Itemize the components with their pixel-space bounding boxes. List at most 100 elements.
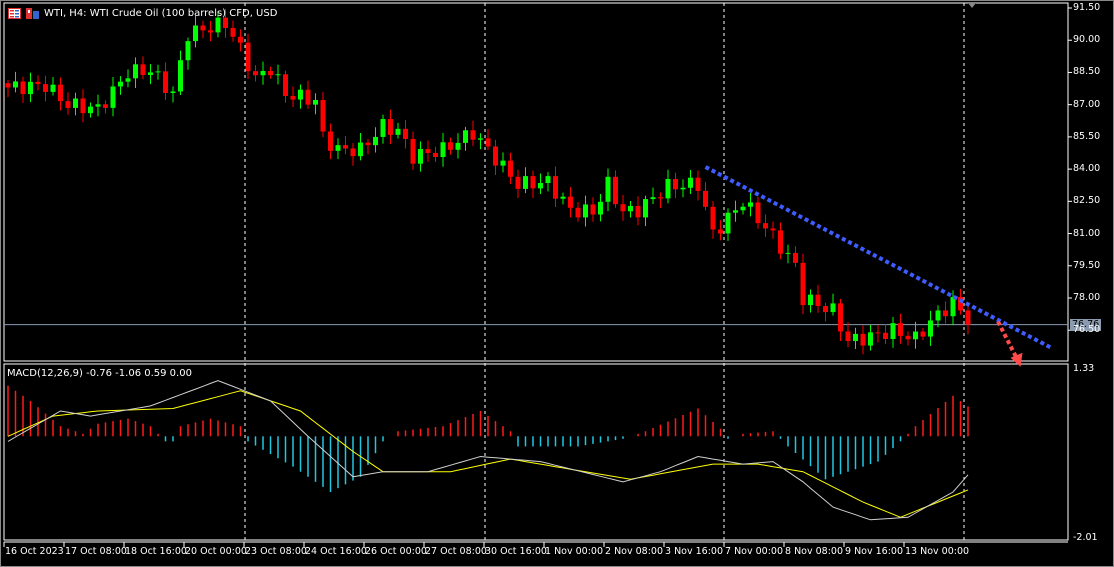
candle-bearish — [290, 95, 296, 100]
time-axis-label: 2 Nov 08:00 — [605, 546, 664, 557]
candle-bullish — [440, 142, 446, 158]
candle-bearish — [388, 119, 393, 135]
candle-bullish — [583, 204, 588, 218]
price-axis-label: 82.50 — [1073, 195, 1101, 207]
price-axis-label: 84.00 — [1073, 163, 1101, 175]
shift-end-marker-icon[interactable] — [968, 3, 976, 8]
candle-bullish — [313, 99, 318, 105]
candle-bullish — [215, 17, 221, 33]
candle-bullish — [913, 331, 918, 340]
time-axis-label: 20 Oct 00:00 — [185, 546, 247, 557]
candle-bullish — [463, 130, 468, 143]
candle-bearish — [140, 64, 146, 76]
candle-bullish — [155, 71, 161, 73]
candle-bullish — [335, 145, 341, 151]
resistance-trendline[interactable] — [704, 165, 1052, 350]
candle-bullish — [50, 84, 56, 92]
candle-bearish — [673, 178, 678, 190]
candle-bearish — [320, 99, 326, 132]
candle-bearish — [635, 205, 641, 218]
price-axis-label: 85.50 — [1073, 130, 1101, 142]
candle-bullish — [523, 176, 528, 189]
candle-bearish — [658, 197, 663, 199]
candle-bearish — [283, 74, 288, 96]
candle-bullish — [890, 323, 896, 339]
candle-bearish — [493, 146, 498, 166]
candle-bullish — [110, 86, 116, 108]
candle-bullish — [395, 128, 401, 135]
candle-bearish — [515, 176, 521, 189]
time-axis-label: 1 Nov 00:00 — [545, 546, 604, 557]
candle-bearish — [920, 331, 926, 337]
candle-bullish — [538, 183, 543, 189]
time-axis-label: 16 Oct 2023 — [5, 546, 64, 557]
candle-bearish — [268, 71, 273, 76]
candle-bearish — [905, 335, 911, 340]
candle-bearish — [823, 306, 828, 313]
candle-bearish — [65, 101, 71, 108]
candle-bullish — [808, 294, 813, 306]
candle-bearish — [343, 145, 348, 149]
candle-bearish — [778, 230, 783, 254]
candle-bearish — [305, 89, 311, 105]
candle-bullish — [545, 176, 551, 184]
candle-bearish — [508, 160, 513, 177]
candle-bearish — [448, 142, 453, 150]
candle-bearish — [763, 223, 768, 229]
candle-bearish — [238, 36, 243, 43]
one-click-trading-icon[interactable] — [8, 8, 21, 19]
candle-bearish — [403, 128, 408, 139]
candle-bullish — [650, 197, 656, 200]
candle-bullish — [680, 187, 686, 190]
chart-canvas[interactable] — [0, 0, 1114, 567]
candle-bullish — [478, 138, 483, 140]
candle-bullish — [665, 178, 671, 199]
candle-bullish — [185, 41, 191, 61]
main-pane-border — [3, 2, 1069, 362]
candle-bullish — [605, 176, 611, 202]
candle-bearish — [530, 176, 536, 189]
time-axis-label: 26 Oct 00:00 — [365, 546, 427, 557]
macd-signal-line — [7, 390, 969, 518]
time-axis-label: 23 Oct 08:00 — [245, 546, 307, 557]
price-axis-label: 88.50 — [1073, 66, 1101, 78]
candle-bearish — [200, 25, 206, 31]
time-axis-label: 17 Oct 08:00 — [65, 546, 127, 557]
candle-bearish — [943, 310, 948, 317]
candle-bearish — [20, 81, 26, 95]
candle-bearish — [253, 71, 258, 76]
depth-of-market-icon[interactable] — [26, 8, 39, 19]
candle-bearish — [80, 98, 86, 114]
candle-bearish — [590, 204, 596, 215]
price-axis-label: 79.50 — [1073, 259, 1101, 271]
price-axis-label: 78.00 — [1073, 292, 1101, 303]
time-axis-label: 13 Nov 00:00 — [905, 546, 970, 557]
candle-bearish — [410, 138, 416, 164]
candle-bearish — [470, 130, 476, 140]
candle-bearish — [58, 84, 63, 102]
time-axis-label: 9 Nov 16:00 — [845, 546, 904, 557]
candle-bearish — [433, 152, 438, 158]
candle-bullish — [725, 212, 731, 234]
candle-bearish — [568, 196, 573, 208]
candle-bearish — [755, 202, 761, 224]
time-axis-label: 30 Oct 16:00 — [485, 546, 547, 557]
candle-bullish — [733, 210, 738, 213]
candle-bearish — [710, 206, 716, 230]
candle-bullish — [373, 136, 378, 146]
chart-title-bar: WTI, H4: WTI Crude Oil (100 barrels) CFD… — [8, 8, 277, 19]
candle-bullish — [358, 142, 363, 157]
candle-bullish — [950, 297, 956, 317]
candle-bearish — [575, 207, 581, 218]
candle-bearish — [965, 310, 971, 325]
chart-title: WTI, H4: WTI Crude Oil (100 barrels) CFD… — [44, 8, 278, 19]
projection-arrow-line[interactable] — [996, 320, 1020, 361]
candle-bullish — [73, 98, 78, 108]
macd-main-line — [7, 380, 969, 521]
candle-bearish — [208, 30, 213, 33]
candle-bearish — [245, 42, 251, 72]
candle-bearish — [553, 176, 558, 199]
candle-bullish — [260, 71, 266, 76]
candle-bearish — [230, 28, 236, 37]
candle-bullish — [28, 81, 33, 95]
